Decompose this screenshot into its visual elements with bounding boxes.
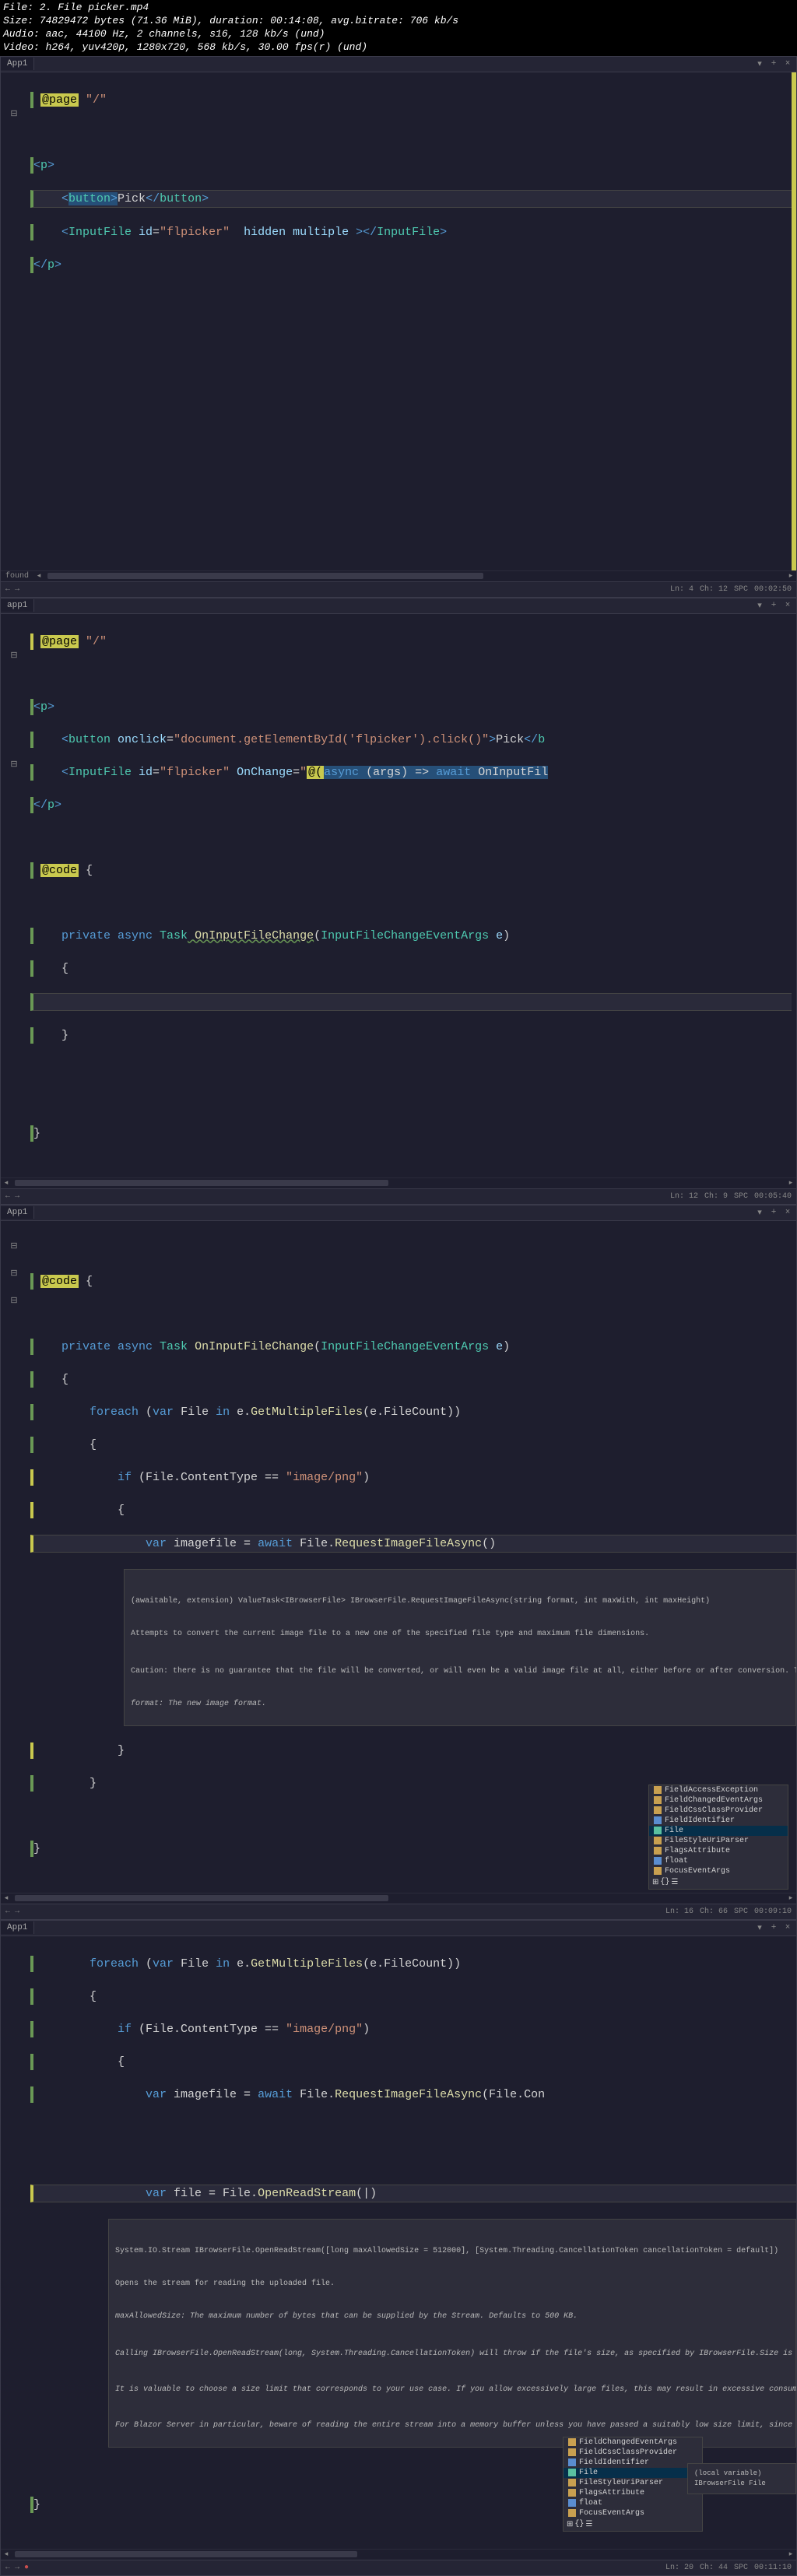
status-bar: ← → Ln: 4 Ch: 12 SPC 00:02:50 <box>1 581 796 597</box>
status-col: Ch: 12 <box>700 585 728 594</box>
fold-toggle[interactable]: ⊟ <box>9 759 19 770</box>
fold-toggle[interactable]: ⊟ <box>9 650 19 661</box>
code-editor[interactable]: @page "/" <p> <button>Pick</button> <Inp… <box>27 72 792 570</box>
editor-panel-3: App1 ▾+× ⊟ ⊟ ⊟ @code { private async Tas… <box>0 1205 797 1920</box>
editor-panel-4: App1 ▾+× foreach (var File in e.GetMulti… <box>0 1920 797 2576</box>
file-tab[interactable]: App1 <box>1 1206 34 1219</box>
timestamp: 00:02:50 <box>754 585 792 594</box>
add-icon[interactable]: + <box>768 600 779 611</box>
horizontal-scrollbar[interactable]: ◂▸ <box>1 2549 796 2560</box>
dropdown-icon[interactable]: ▾ <box>754 600 765 611</box>
fold-toggle[interactable]: ⊟ <box>9 108 19 119</box>
status-spc: SPC <box>734 585 748 594</box>
intellisense-popup[interactable]: FieldAccessException FieldChangedEventAr… <box>648 1785 788 1890</box>
editor-gutter: ⊟ <box>1 72 27 570</box>
editor-panel-2: app1 ▾ + × ⊟ ⊟ @page "/" <p> <button onc… <box>0 598 797 1205</box>
file-tab[interactable]: app1 <box>1 599 34 612</box>
close-icon[interactable]: × <box>782 600 793 611</box>
horizontal-scrollbar[interactable]: found ◂ ▸ <box>1 570 796 581</box>
nav-fwd-icon[interactable]: → <box>15 585 19 594</box>
close-icon[interactable]: × <box>782 58 793 69</box>
horizontal-scrollbar[interactable]: ◂▸ <box>1 1893 796 1904</box>
dropdown-icon[interactable]: ▾ <box>754 58 765 69</box>
file-tab[interactable]: App1 <box>1 58 34 70</box>
file-metadata: File: 2. File picker.mp4 Size: 74829472 … <box>0 0 797 56</box>
file-tab[interactable]: App1 <box>1 1921 34 1934</box>
tab-bar: App1 ▾ + × <box>1 57 796 72</box>
fold-toggle[interactable]: ⊟ <box>9 1241 19 1251</box>
fold-toggle[interactable]: ⊟ <box>9 1268 19 1279</box>
intellisense-popup[interactable]: FieldChangedEventArgs FieldCssClassProvi… <box>563 2437 703 2532</box>
signature-tooltip: (awaitable, extension) ValueTask<IBrowse… <box>124 1569 796 1726</box>
fold-toggle[interactable]: ⊟ <box>9 1295 19 1306</box>
signature-tooltip: System.IO.Stream IBrowserFile.OpenReadSt… <box>108 2219 796 2448</box>
code-editor[interactable]: @page "/" <p> <button onclick="document.… <box>27 614 792 1177</box>
editor-panel-1: App1 ▾ + × ⊟ @page "/" <p> <button>Pick<… <box>0 56 797 598</box>
add-icon[interactable]: + <box>768 58 779 69</box>
nav-back-icon[interactable]: ← <box>5 585 10 594</box>
intellisense-detail: (local variable) IBrowserFile File <box>687 2463 796 2494</box>
status-line: Ln: 4 <box>670 585 693 594</box>
horizontal-scrollbar[interactable]: ◂ ▸ <box>1 1177 796 1188</box>
